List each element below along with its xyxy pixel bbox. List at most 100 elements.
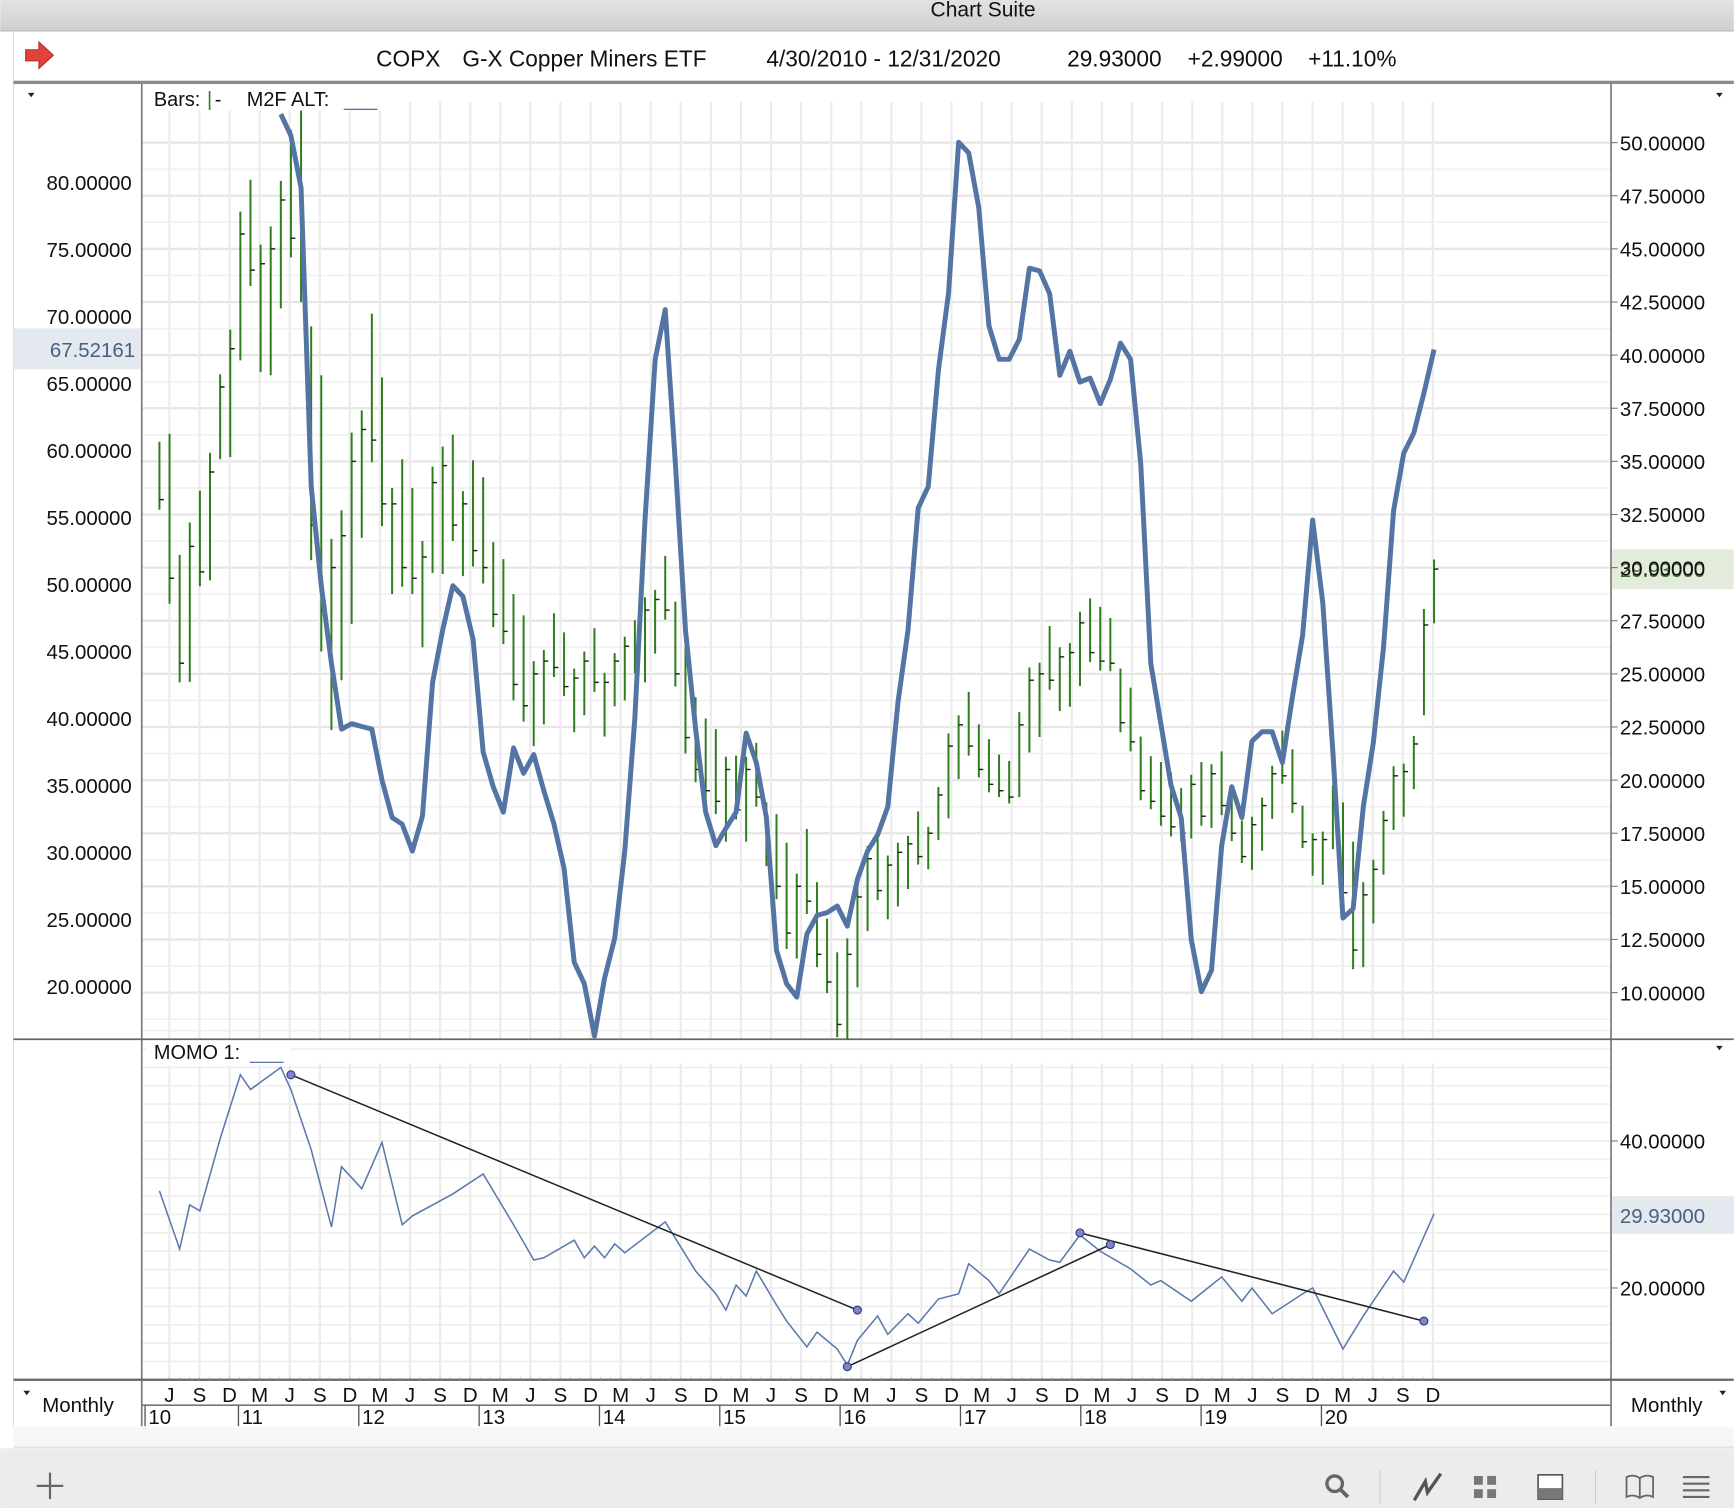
time-axis: JSDMJSDMJSDMJSDMJSDMJSDMJSDMJSDMJSDMJSDM… [144,1377,1440,1429]
time-year-label: 12 [362,1406,385,1429]
trendline-handle[interactable] [1105,1240,1115,1250]
time-month-label: J [164,1384,174,1407]
trendline-handle[interactable] [1419,1316,1429,1326]
time-month-label: S [1155,1384,1169,1407]
right-axis-tick-label: 47.50000 [1620,185,1705,208]
right-axis-tick-label: 45.00000 [1620,239,1705,262]
right-axis-tick-label: 17.50000 [1620,823,1705,846]
chart-suite-window: Chart Suite COPX G-X Copper Miners ETF 4… [0,0,1734,1508]
trendline-handle[interactable] [842,1362,852,1372]
time-month-label: J [1007,1384,1017,1407]
left-axis-tick-label: 80.00000 [47,172,132,195]
m2f-legend-label[interactable]: M2F ALT: [247,89,330,111]
right-axis-tick-label: 42.50000 [1620,292,1705,315]
time-month-label: M [371,1384,388,1407]
time-year-label: 15 [723,1406,746,1429]
time-month-label: M [492,1384,509,1407]
price-right-menu-icon[interactable] [1716,92,1723,98]
left-axis-tick-label: 55.00000 [47,507,132,530]
time-month-label: D [1185,1384,1200,1407]
trendline-handle[interactable] [1075,1228,1085,1238]
time-month-label: M [251,1384,268,1407]
trendline-handle[interactable] [286,1070,296,1080]
right-axis-tick-label: 10.00000 [1620,982,1705,1005]
period-right[interactable]: Monthly [1631,1394,1703,1417]
time-month-label: M [1093,1384,1110,1407]
trendline-handle[interactable] [852,1305,862,1315]
window-title: Chart Suite [931,0,1036,22]
time-year-label: 20 [1325,1406,1348,1429]
time-month-label: D [703,1384,718,1407]
left-axis-tick-label: 65.00000 [47,373,132,396]
time-month-label: S [674,1384,688,1407]
time-month-label: J [1247,1384,1257,1407]
time-year-label: 17 [964,1406,987,1429]
left-axis-tick-label: 75.00000 [47,239,132,262]
time-month-label: S [554,1384,568,1407]
time-year-label: 16 [843,1406,866,1429]
bars-legend-tick-symbol: - [215,89,222,111]
time-month-label: M [853,1384,870,1407]
last-price: 29.93000 [1067,45,1162,71]
right-axis-tick-label: 20.00000 [1620,770,1705,793]
time-month-label: M [732,1384,749,1407]
time-month-label: D [463,1384,478,1407]
time-month-label: M [1214,1384,1231,1407]
time-month-label: S [915,1384,929,1407]
left-axis-tick-label: 50.00000 [47,574,132,597]
time-year-label: 13 [482,1406,505,1429]
time-month-label: D [1425,1384,1440,1407]
right-axis-tick-label: 27.50000 [1620,610,1705,633]
time-month-label: D [342,1384,357,1407]
time-month-label: D [824,1384,839,1407]
time-year-label: 18 [1084,1406,1107,1429]
momo-right-menu-icon[interactable] [1716,1045,1723,1051]
price-change: +2.99000 [1188,45,1283,71]
time-month-label: S [1276,1384,1290,1407]
momo-legend-label[interactable]: MOMO 1: [154,1042,240,1064]
time-month-label: D [1064,1384,1079,1407]
date-range: 4/30/2010 - 12/31/2020 [766,45,1000,71]
time-month-label: D [944,1384,959,1407]
header-divider [13,80,1734,85]
bars-legend-label: Bars: [154,89,200,111]
left-axis-tick-label: 20.00000 [47,976,132,999]
time-year-label: 14 [603,1406,626,1429]
time-month-label: M [973,1384,990,1407]
right-axis-tick-label: 32.50000 [1620,504,1705,527]
right-axis-tick-label: 15.00000 [1620,876,1705,899]
period-right-menu-icon[interactable] [1719,1390,1727,1396]
axis-labels: 80.00000 75.00000 70.00000 65.00000 60.00000… [47,132,1706,1300]
time-month-label: J [405,1384,415,1407]
momo-trendline[interactable] [290,1074,858,1311]
time-month-label: J [1368,1384,1378,1407]
time-month-label: S [794,1384,808,1407]
panel-icon[interactable] [1537,1474,1564,1500]
period-left[interactable]: Monthly [42,1394,114,1417]
left-axis-tick-label: 25.00000 [47,909,132,932]
left-axis-tick-label: 35.00000 [47,775,132,798]
time-month-label: S [1396,1384,1410,1407]
right-axis-tick-label: 30.00000 [1620,557,1705,580]
bars-legend-bar-symbol: | [207,89,212,111]
time-month-label: J [766,1384,776,1407]
time-month-label: D [222,1384,237,1407]
right-axis-tick-label: 37.50000 [1620,398,1705,421]
period-left-menu-icon[interactable] [23,1390,31,1396]
momo-axis-tick-label: 20.00000 [1620,1278,1705,1301]
time-month-label: M [612,1384,629,1407]
price-left-menu-icon[interactable] [27,92,35,98]
left-axis-tick-label: 60.00000 [47,440,132,463]
momo-legend-swatch: ___ [249,1042,284,1064]
time-month-label: J [886,1384,896,1407]
time-month-label: J [1127,1384,1137,1407]
symbol-ticker: COPX [376,45,440,71]
percent-change: +11.10% [1308,45,1396,71]
time-year-label: 19 [1204,1406,1227,1429]
momo-current-value: 29.93000 [1620,1205,1705,1228]
time-month-label: S [313,1384,327,1407]
right-axis-tick-label: 35.00000 [1620,451,1705,474]
title-bar [0,0,1734,31]
left-axis-tick-label: 70.00000 [47,306,132,329]
left-axis-tick-label: 30.00000 [47,842,132,865]
